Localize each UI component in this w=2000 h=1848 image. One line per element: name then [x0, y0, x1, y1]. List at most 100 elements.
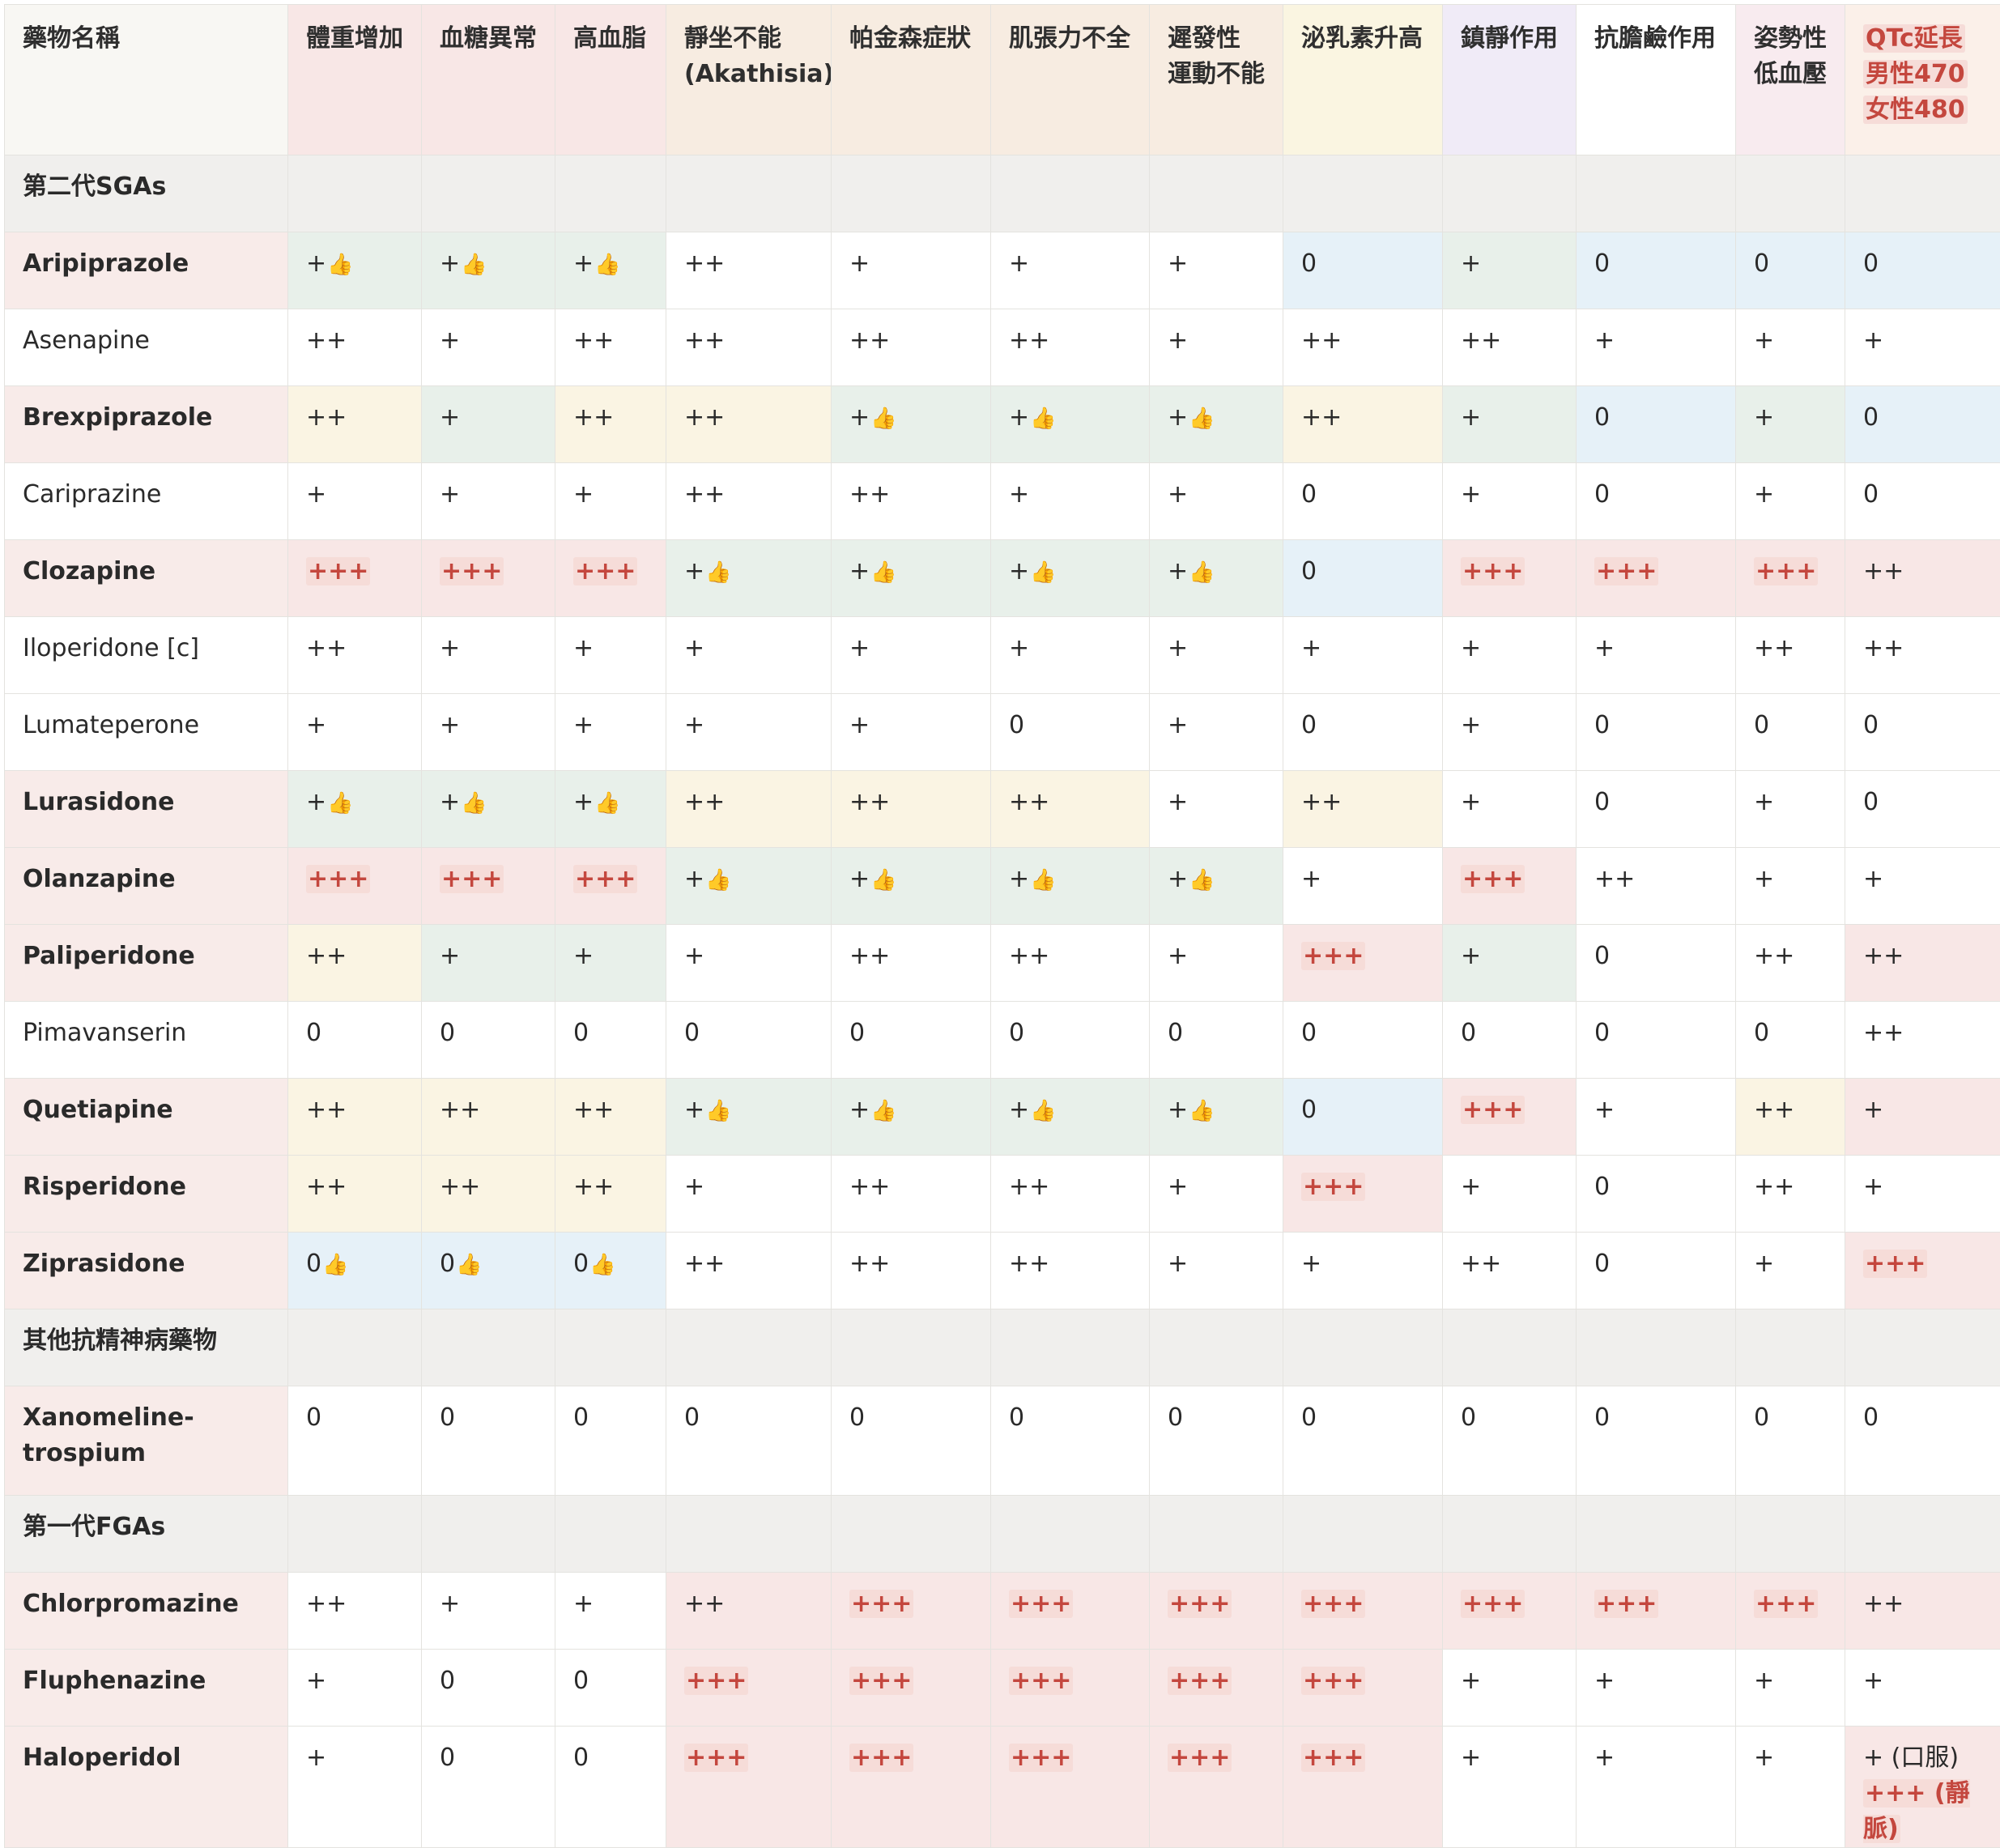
rating-value: ++ — [684, 403, 725, 432]
rating-value: + — [1009, 1096, 1029, 1124]
rating-value: 0 — [573, 1250, 589, 1278]
rating-value: ++ — [306, 1096, 347, 1124]
rating-cell: 0 — [832, 1002, 991, 1079]
rating-value: + — [1168, 1173, 1188, 1201]
rating-cell: 0 — [1443, 1002, 1577, 1079]
rating-value: + — [1461, 1744, 1481, 1772]
rating-cell: + — [666, 694, 832, 771]
rating-cell: + — [1150, 617, 1283, 694]
rating-value: 0 — [306, 1019, 321, 1047]
rating-cell: + — [422, 386, 555, 463]
rating-value: + — [1009, 249, 1029, 278]
rating-cell: + — [1150, 1233, 1283, 1309]
column-header-text: QTc延長 — [1863, 24, 1965, 53]
rating-cell: 0 — [1577, 463, 1736, 540]
rating-cell: + — [1736, 386, 1845, 463]
column-header-text: 高血脂 — [573, 24, 646, 53]
rating-value: + — [684, 1096, 704, 1124]
rating-value: 0 — [1594, 788, 1610, 816]
column-header-text: 男性470 — [1863, 60, 1968, 88]
rating-cell: 0 — [1577, 1233, 1736, 1309]
rating-value: 0 — [1009, 1403, 1024, 1432]
drug-name: Pimavanserin — [5, 1002, 288, 1079]
rating-cell: + — [832, 617, 991, 694]
rating-cell: + — [1150, 1156, 1283, 1233]
column-header-4: 靜坐不能(Akathisia) — [666, 5, 832, 155]
section-cell — [422, 1496, 555, 1573]
thumbs-up-icon: 👍 — [1189, 560, 1215, 585]
rating-cell: + — [1845, 1079, 2000, 1156]
rating-cell: ++ — [666, 386, 832, 463]
rating-cell: +++ — [1736, 1573, 1845, 1650]
rating-value: + — [1594, 326, 1615, 355]
rating-value: ++ — [849, 942, 890, 970]
rating-cell: + — [555, 925, 666, 1002]
drug-name-text: Brexpiprazole — [23, 403, 212, 432]
rating-value: + — [440, 942, 460, 970]
rating-cell: + — [1443, 463, 1577, 540]
rating-value: + — [1863, 865, 1883, 893]
drug-name-text: Quetiapine — [23, 1096, 173, 1124]
thumbs-up-icon: 👍 — [594, 791, 620, 815]
table-row: Cariprazine+++++++++0+0+0 — [5, 463, 2000, 540]
rating-value: + — [440, 403, 460, 432]
rating-value: ++ — [684, 480, 725, 509]
rating-cell: ++ — [666, 232, 832, 309]
rating-value: + — [306, 711, 326, 739]
thumbs-up-icon: 👍 — [327, 791, 353, 815]
rating-cell: ++ — [555, 1156, 666, 1233]
rating-cell: ++ — [1736, 617, 1845, 694]
section-cell — [1845, 1496, 2000, 1573]
rating-cell: ++ — [991, 309, 1150, 386]
rating-cell: + — [1443, 1650, 1577, 1727]
drug-name-text: Fluphenazine — [23, 1667, 206, 1695]
table-row: Xanomeline-trospium000000000000 — [5, 1386, 2000, 1496]
rating-value: + — [1301, 865, 1321, 893]
section-cell — [422, 1309, 555, 1386]
rating-cell: ++ — [1845, 1002, 2000, 1079]
rating-cell: +👍 — [991, 848, 1150, 925]
rating-cell: + — [1283, 1233, 1443, 1309]
drug-name-text: Lurasidone — [23, 788, 174, 816]
thumbs-up-icon: 👍 — [1030, 1099, 1056, 1123]
rating-cell: +++ — [1443, 1079, 1577, 1156]
rating-value: +++ — [684, 1667, 748, 1695]
rating-cell: ++ — [288, 309, 422, 386]
thumbs-up-icon: 👍 — [456, 1253, 482, 1277]
rating-value: ++ — [1461, 326, 1501, 355]
rating-cell: 0👍 — [555, 1233, 666, 1309]
rating-cell: + — [288, 1727, 422, 1848]
section-cell — [991, 155, 1150, 232]
rating-cell: 0 — [1736, 1386, 1845, 1496]
rating-cell: ++ — [1443, 1233, 1577, 1309]
rating-cell: ++ — [1736, 1156, 1845, 1233]
table-row: Chlorpromazine++++++++++++++++++++++++++… — [5, 1573, 2000, 1650]
rating-value: 0 — [1301, 1403, 1317, 1432]
drug-name-text: Pimavanserin — [23, 1019, 186, 1047]
section-label: 其他抗精神病藥物 — [5, 1309, 288, 1386]
drug-name: Cariprazine — [5, 463, 288, 540]
column-header-text: 帕金森症狀 — [849, 24, 971, 53]
rating-cell: + — [288, 463, 422, 540]
rating-cell: 0 — [1283, 463, 1443, 540]
rating-cell: ++ — [288, 1156, 422, 1233]
rating-cell: 0 — [1283, 1386, 1443, 1496]
table-row: Fluphenazine+00+++++++++++++++++++ — [5, 1650, 2000, 1727]
rating-value: + — [306, 788, 326, 816]
rating-value: 0 — [1461, 1019, 1476, 1047]
rating-value: + — [849, 865, 870, 893]
rating-value: ++ — [684, 788, 725, 816]
rating-cell: + — [1736, 463, 1845, 540]
rating-value: ++ — [1301, 788, 1342, 816]
column-header-11: 姿勢性低血壓 — [1736, 5, 1845, 155]
rating-value: + — [573, 249, 594, 278]
rating-cell: + — [832, 232, 991, 309]
rating-value: + — [1863, 326, 1883, 355]
section-cell — [666, 1309, 832, 1386]
rating-value: + — [849, 557, 870, 585]
drug-name-text: Iloperidone [c] — [23, 634, 199, 662]
rating-value: 0 — [1863, 788, 1879, 816]
column-header-text: (Akathisia) — [684, 60, 832, 88]
rating-cell: + — [1443, 386, 1577, 463]
rating-cell: 0 — [991, 1002, 1150, 1079]
